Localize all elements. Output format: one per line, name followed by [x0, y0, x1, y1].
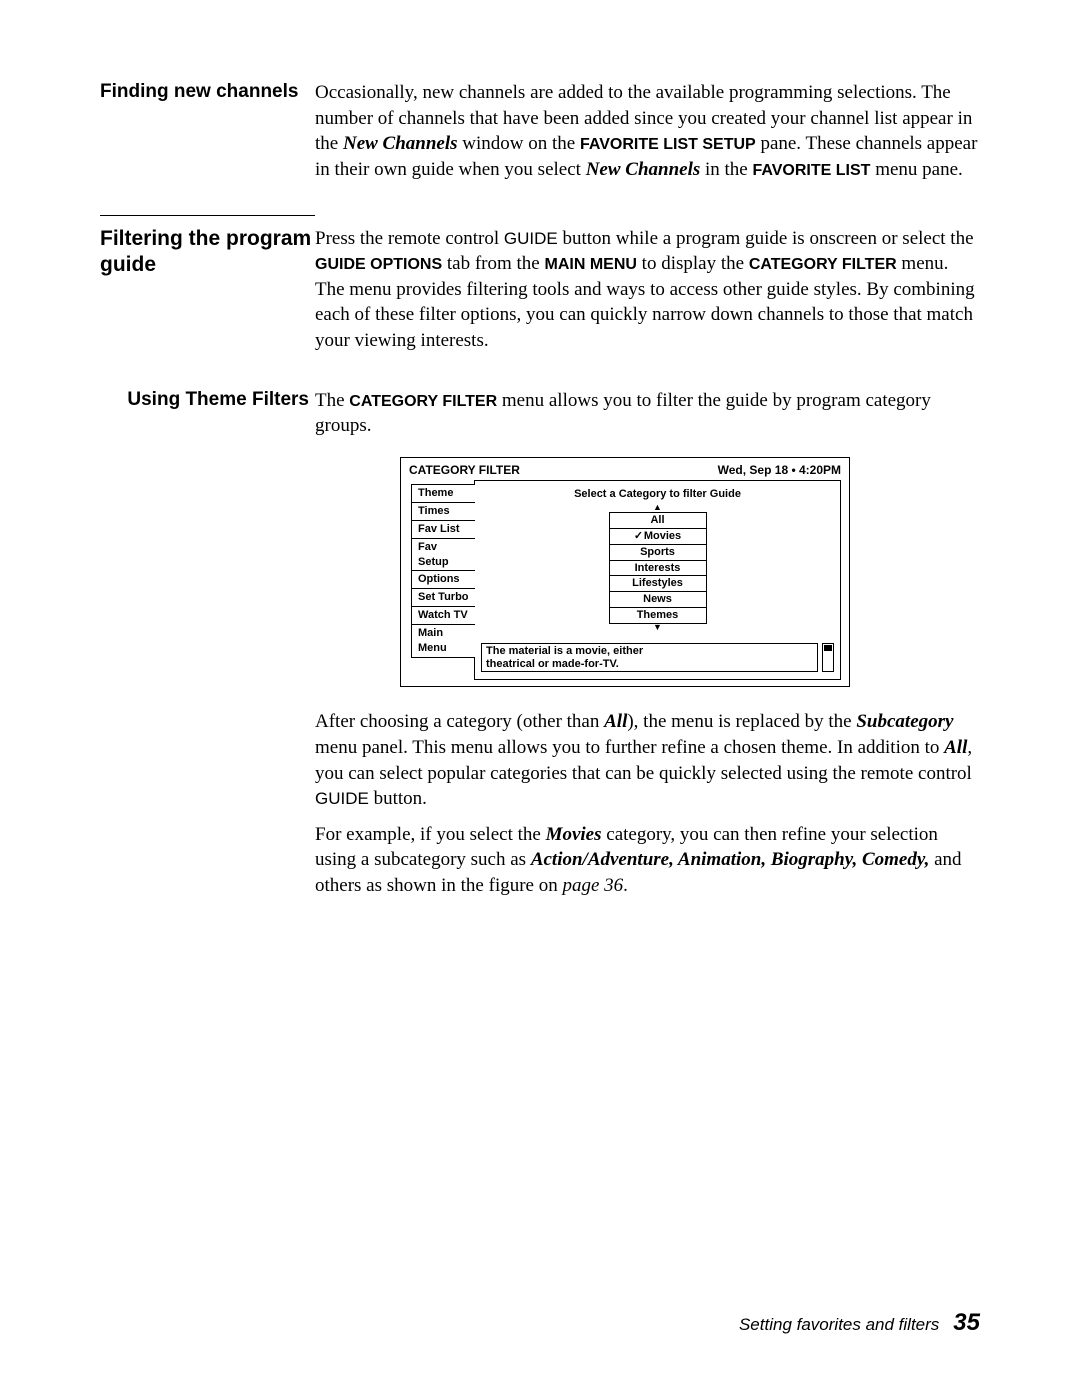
paragraph-after-2: For example, if you select the Movies ca…: [315, 822, 980, 899]
text-italic: All: [604, 711, 627, 732]
text-italic: New Channels: [343, 133, 458, 154]
text: .: [623, 875, 628, 896]
tab-theme[interactable]: Theme: [411, 484, 475, 503]
figure-tabs: Theme Times Fav List Fav Setup Options S…: [409, 480, 475, 680]
divider: [100, 215, 315, 216]
category-all[interactable]: All: [609, 512, 707, 529]
tab-fav-setup[interactable]: Fav Setup: [411, 538, 475, 572]
section-using-theme-filters: Using Theme Filters The CATEGORY FILTER …: [100, 388, 980, 905]
text: button while a program guide is onscreen…: [558, 228, 974, 249]
body-using-theme-filters: The CATEGORY FILTER menu allows you to f…: [315, 388, 980, 905]
tab-main-menu[interactable]: Main Menu: [411, 624, 475, 658]
figure-datetime: Wed, Sep 18 • 4:20PM: [718, 462, 841, 478]
tab-times[interactable]: Times: [411, 502, 475, 521]
label-favorite-list: FAVORITE LIST: [753, 162, 871, 179]
text: ), the menu is replaced by the: [627, 711, 856, 732]
text-italic: New Channels: [586, 159, 701, 180]
panel-title: Select a Category to filter Guide: [574, 487, 741, 502]
section-finding-new-channels: Finding new channels Occasionally, new c…: [100, 80, 980, 189]
figure-description: The material is a movie, either theatric…: [481, 643, 818, 672]
footer-text: Setting favorites and filters: [739, 1315, 939, 1334]
paragraph-after-1: After choosing a category (other than Al…: [315, 709, 980, 812]
page-reference: page 36: [562, 875, 623, 896]
text: The: [315, 390, 349, 411]
heading-filtering-program-guide: Filtering the program guide: [100, 226, 315, 279]
body-filtering-program-guide: Press the remote control GUIDE button wh…: [315, 226, 980, 360]
category-list: All ✓Movies Sports Interests Lifestyles …: [609, 512, 707, 623]
label-guide-button: GUIDE: [504, 229, 558, 248]
figure-description-row: The material is a movie, either theatric…: [481, 643, 834, 672]
category-movies[interactable]: ✓Movies: [609, 528, 707, 545]
scrollbar[interactable]: [822, 643, 834, 672]
figure-panel: Select a Category to filter Guide ▲ All …: [474, 480, 841, 680]
text-italic: All: [944, 737, 967, 758]
text: For example, if you select the: [315, 824, 546, 845]
tab-fav-list[interactable]: Fav List: [411, 520, 475, 539]
arrow-down-icon: ▼: [653, 624, 662, 631]
page-footer: Setting favorites and filters 35: [739, 1309, 980, 1337]
heading-using-theme-filters: Using Theme Filters: [100, 388, 315, 412]
section-filtering-program-guide: Filtering the program guide Press the re…: [100, 226, 980, 360]
text: window on the: [458, 133, 580, 154]
heading-finding-new-channels: Finding new channels: [100, 80, 315, 104]
category-interests[interactable]: Interests: [609, 560, 707, 577]
text: After choosing a category (other than: [315, 711, 604, 732]
label-main-menu: MAIN MENU: [544, 256, 636, 273]
label-category-filter: CATEGORY FILTER: [349, 393, 497, 410]
text-italic: Action/Adventure, Animation, Biography, …: [531, 849, 930, 870]
category-lifestyles[interactable]: Lifestyles: [609, 575, 707, 592]
body-finding-new-channels: Occasionally, new channels are added to …: [315, 80, 980, 189]
text: menu pane.: [870, 159, 962, 180]
text: to display the: [637, 253, 749, 274]
category-news[interactable]: News: [609, 591, 707, 608]
tab-watch-tv[interactable]: Watch TV: [411, 606, 475, 625]
tab-options[interactable]: Options: [411, 570, 475, 589]
label-guide-button: GUIDE: [315, 789, 369, 808]
page-number: 35: [953, 1309, 980, 1336]
tab-set-turbo[interactable]: Set Turbo: [411, 588, 475, 607]
text: menu panel. This menu allows you to furt…: [315, 737, 944, 758]
category-sports[interactable]: Sports: [609, 544, 707, 561]
label-favorite-list-setup: FAVORITE LIST SETUP: [580, 136, 756, 153]
text: button.: [369, 788, 427, 809]
text-italic: Movies: [546, 824, 602, 845]
check-icon: ✓: [634, 529, 644, 544]
label-guide-options: GUIDE OPTIONS: [315, 256, 442, 273]
figure-category-filter: CATEGORY FILTER Wed, Sep 18 • 4:20PM The…: [400, 457, 850, 687]
arrow-up-icon: ▲: [653, 504, 662, 511]
figure-title: CATEGORY FILTER: [409, 462, 520, 478]
text: in the: [700, 159, 752, 180]
text-italic: Subcategory: [856, 711, 953, 732]
text: tab from the: [442, 253, 544, 274]
text: Press the remote control: [315, 228, 504, 249]
label-category-filter: CATEGORY FILTER: [749, 256, 897, 273]
